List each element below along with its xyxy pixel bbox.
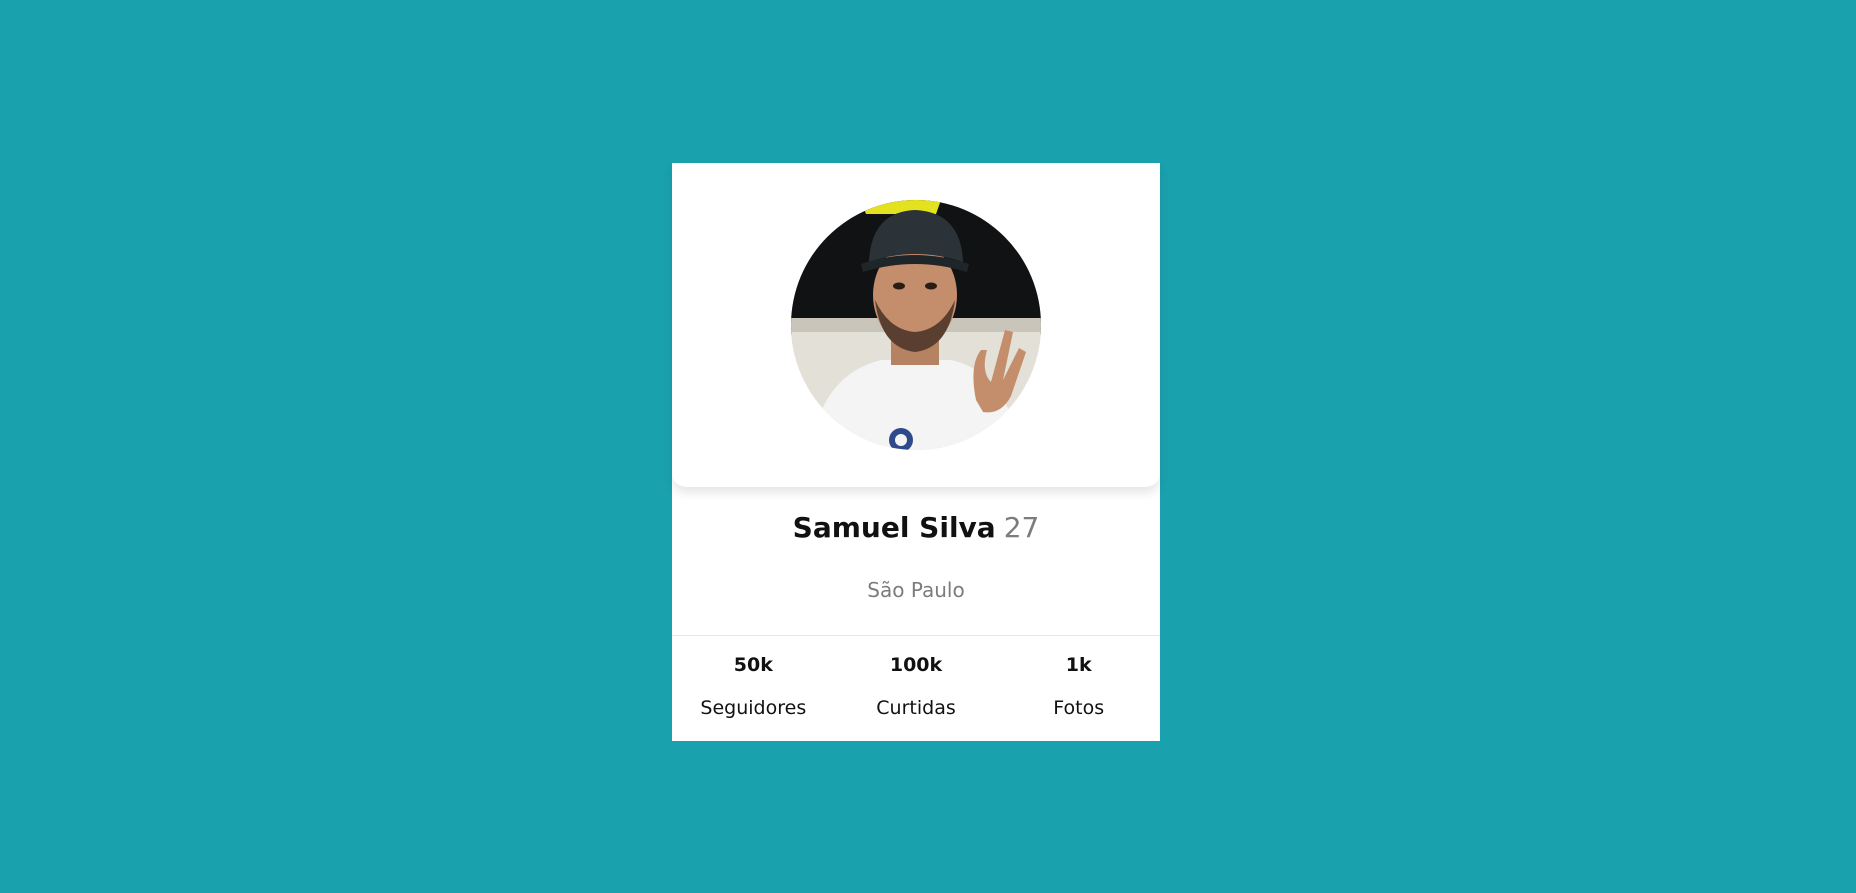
stat-value: 50k	[733, 654, 773, 676]
profile-age: 27	[1003, 511, 1040, 544]
stat-label: Curtidas	[876, 697, 956, 719]
profile-city: São Paulo	[867, 578, 965, 602]
profile-card-header	[672, 163, 1160, 487]
stat-value: 100k	[889, 654, 943, 676]
name-line: Samuel Silva 27	[672, 508, 1160, 548]
stats-row: 50k Seguidores 100k Curtidas 1k Fotos	[672, 647, 1160, 737]
divider	[672, 635, 1160, 636]
stat-likes: 100k Curtidas	[835, 647, 998, 737]
stat-label: Fotos	[1053, 697, 1105, 719]
stat-label: Seguidores	[700, 697, 807, 719]
stat-value: 1k	[1065, 654, 1092, 676]
stat-followers: 50k Seguidores	[672, 647, 835, 737]
avatar-photo	[791, 200, 1041, 450]
profile-card: Samuel Silva 27 São Paulo 50k Seguidores …	[672, 163, 1160, 741]
profile-name: Samuel Silva	[792, 511, 996, 544]
stat-photos: 1k Fotos	[997, 647, 1160, 737]
avatar	[791, 200, 1041, 450]
